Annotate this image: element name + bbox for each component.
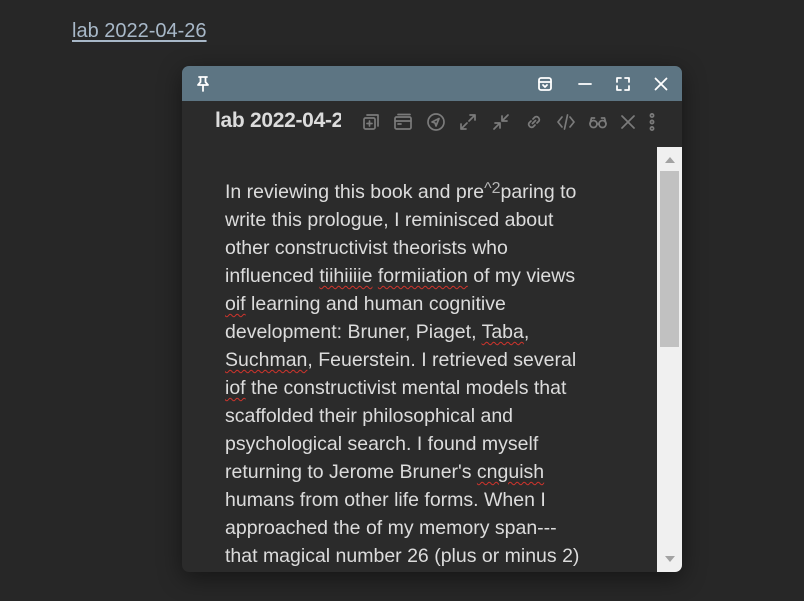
- note-title: lab 2022-04-26: [215, 109, 341, 132]
- minimize-icon[interactable]: [573, 72, 597, 96]
- text-line: humans from other life forms. When I: [225, 489, 546, 511]
- maximize-icon[interactable]: [611, 72, 635, 96]
- link-icon[interactable]: [522, 110, 546, 134]
- misspelled-word[interactable]: iof: [225, 377, 246, 399]
- text-line: influenced tiihiiiie formiiation of my v…: [225, 265, 576, 287]
- scroll-thumb[interactable]: [660, 171, 679, 347]
- text-line: returning to Jerome Bruner's cnguish: [225, 461, 545, 483]
- reading-mode-icon[interactable]: [586, 110, 610, 134]
- misspelled-word[interactable]: Taba: [482, 321, 524, 343]
- misspelled-word[interactable]: formiiation: [378, 265, 468, 287]
- text-line: approached the of my memory span---: [225, 517, 557, 539]
- popover-titlebar: [182, 66, 682, 101]
- popover-header: lab 2022-04-26: [182, 101, 682, 143]
- text-line: development: Bruner, Piaget, Taba,: [225, 321, 530, 343]
- misspelled-word[interactable]: cnguish: [477, 461, 544, 483]
- text-line: iof the constructivist mental models tha…: [225, 377, 567, 399]
- locate-icon[interactable]: [424, 110, 448, 134]
- archive-icon[interactable]: [533, 72, 557, 96]
- close-pane-icon[interactable]: [616, 110, 640, 134]
- text-line: scaffolded their philosophical and: [225, 405, 514, 427]
- background-note-link[interactable]: lab 2022-04-26: [72, 20, 207, 43]
- scroll-down-arrow[interactable]: [657, 549, 682, 569]
- text-line: other constructivist theorists who: [225, 237, 508, 259]
- superscript: ^2: [484, 180, 501, 197]
- text-line: write this prologue, I reminisced about: [225, 209, 554, 231]
- misspelled-word[interactable]: tiihiiiie: [319, 265, 372, 287]
- text-line: psychological search. I found myself: [225, 433, 539, 455]
- text-line: In reviewing this book and pre^2paring t…: [225, 180, 577, 203]
- new-tab-icon[interactable]: [359, 110, 383, 134]
- misspelled-word[interactable]: oif: [225, 293, 246, 315]
- more-options-icon[interactable]: [640, 110, 664, 134]
- note-body-text: In reviewing this book and pre^2paring t…: [225, 175, 635, 570]
- hover-popover: lab 2022-04-26 In reviewing this book an…: [182, 66, 682, 572]
- embed-icon[interactable]: [554, 110, 578, 134]
- note-content[interactable]: In reviewing this book and pre^2paring t…: [182, 147, 657, 572]
- misspelled-word[interactable]: Suchman: [225, 349, 307, 371]
- text-line: that magical number 26 (plus or minus 2): [225, 545, 580, 567]
- collapse-icon[interactable]: [489, 110, 513, 134]
- text-line: oif learning and human cognitive: [225, 293, 506, 315]
- close-icon[interactable]: [649, 72, 673, 96]
- expand-icon[interactable]: [456, 110, 480, 134]
- pin-icon[interactable]: [191, 72, 215, 96]
- scroll-up-arrow[interactable]: [657, 149, 682, 169]
- text-line: Suchman, Feuerstein. I retrieved several: [225, 349, 577, 371]
- vertical-scrollbar[interactable]: [657, 147, 682, 572]
- open-in-sidebar-icon[interactable]: [391, 110, 415, 134]
